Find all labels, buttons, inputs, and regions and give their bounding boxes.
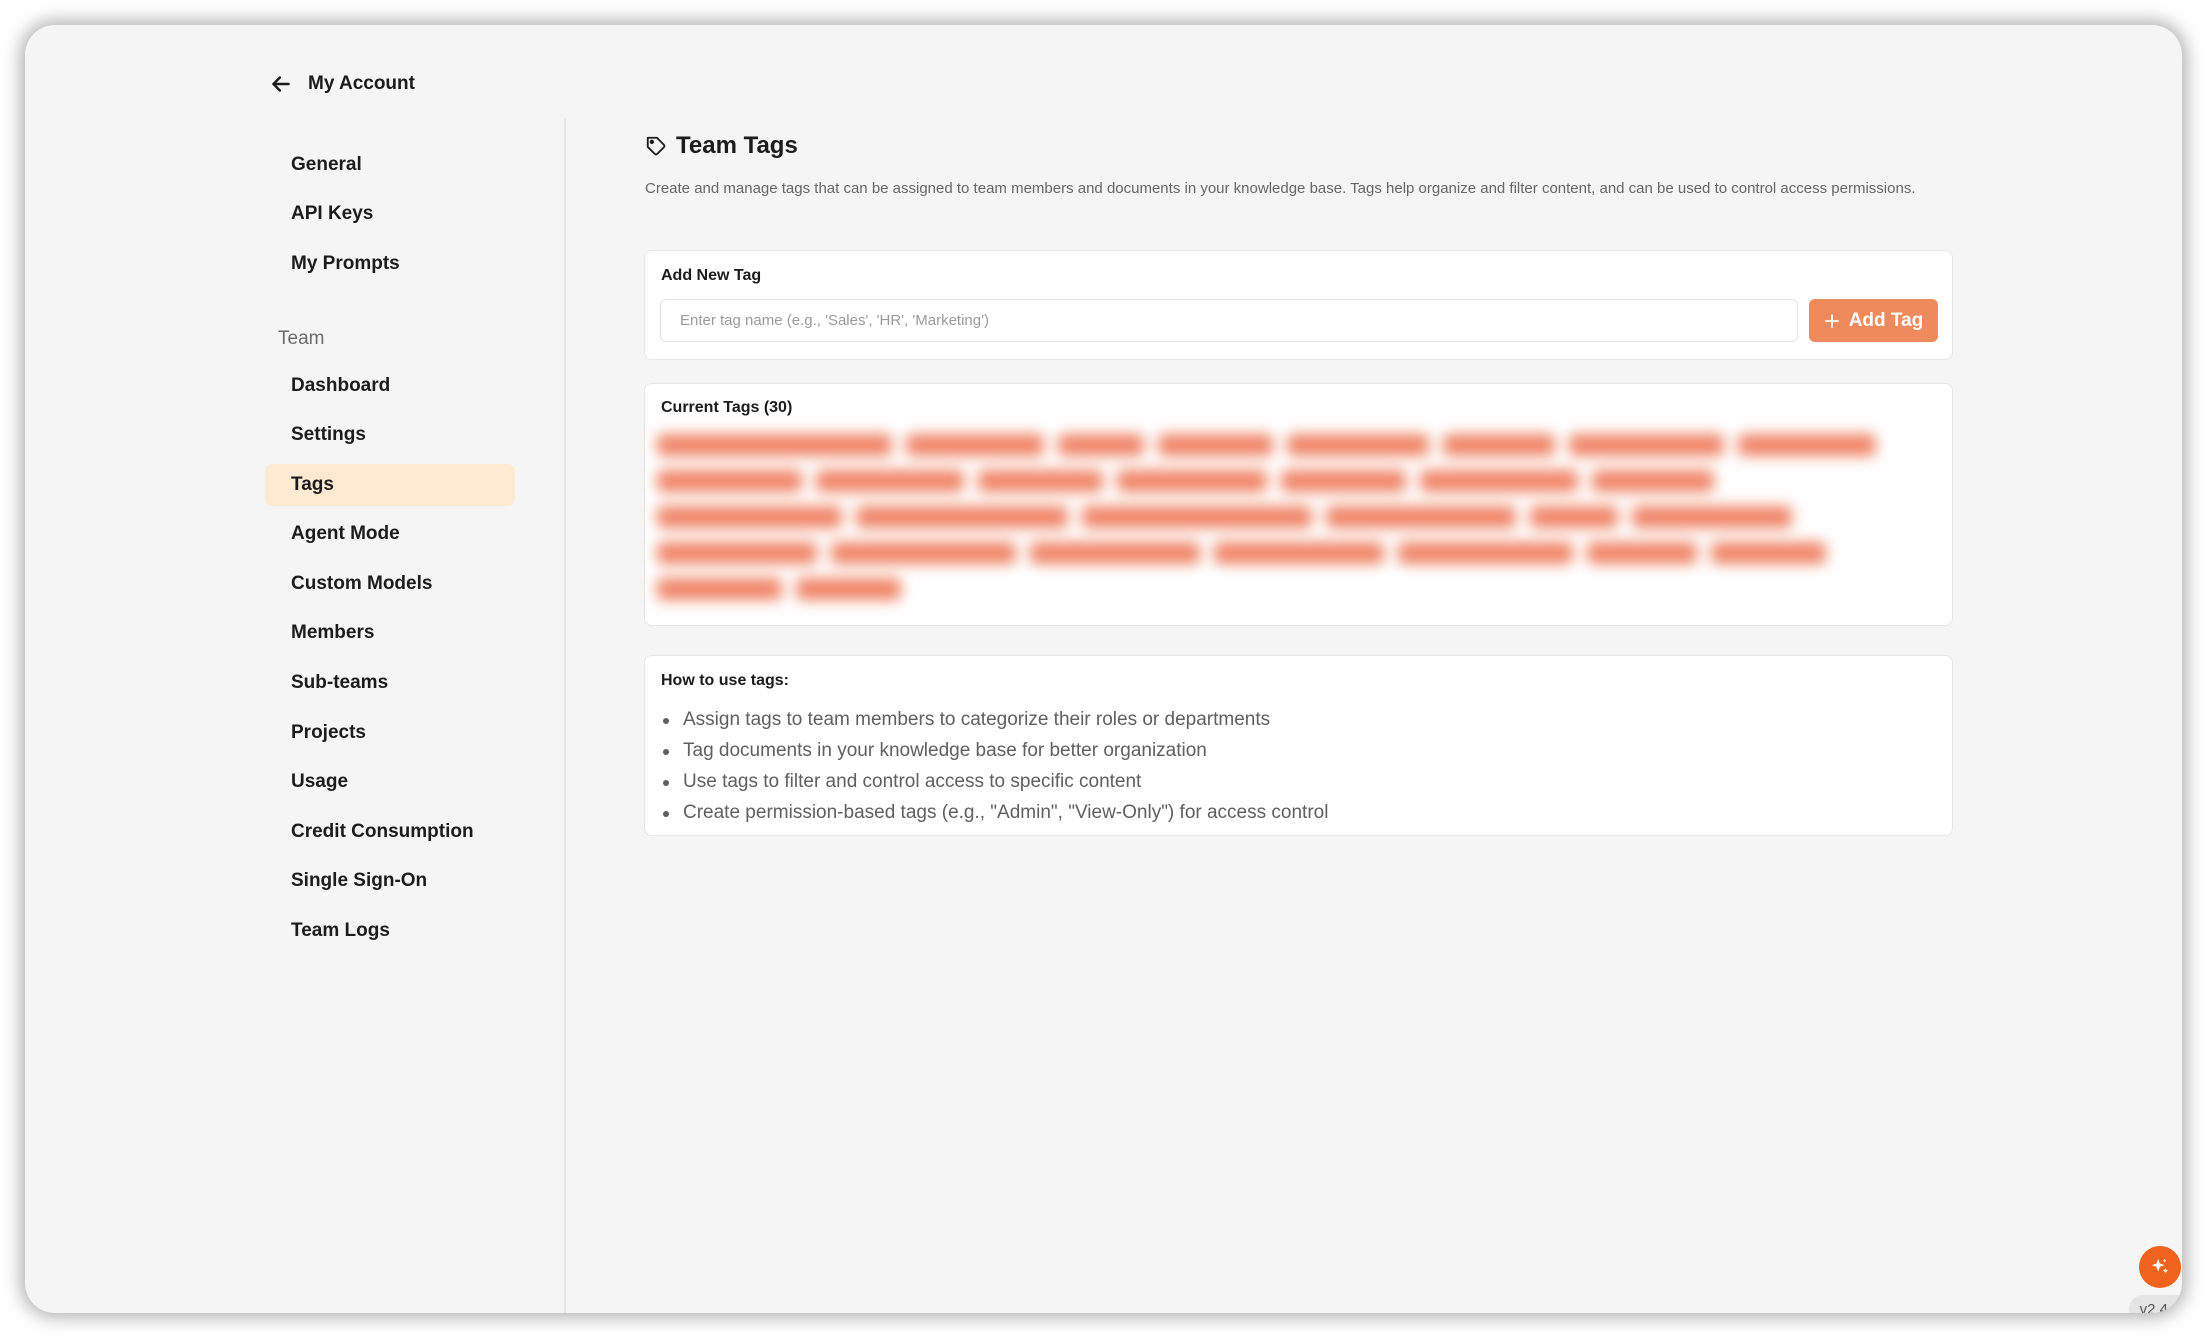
add-tag-button[interactable]: Add Tag [1809, 299, 1938, 342]
tag-chip[interactable] [657, 434, 892, 456]
tag-name-input[interactable] [660, 299, 1798, 342]
current-tags-heading: Current Tags (30) [661, 399, 793, 416]
tag-chip[interactable] [1592, 470, 1714, 492]
sidebar-item-team-logs[interactable]: Team Logs [265, 910, 515, 952]
tag-icon [645, 135, 667, 157]
sidebar-item-sub-teams[interactable]: Sub-teams [265, 662, 515, 704]
sidebar-item-usage[interactable]: Usage [265, 761, 515, 803]
sidebar-item-general[interactable]: General [265, 144, 515, 186]
tag-chip[interactable] [1569, 434, 1724, 456]
tag-chip[interactable] [657, 470, 802, 492]
tag-chip[interactable] [1587, 542, 1697, 564]
tag-chip[interactable] [1082, 506, 1312, 528]
sidebar-item-custom-models[interactable]: Custom Models [265, 563, 515, 605]
plus-icon [1824, 313, 1840, 329]
tag-chip[interactable] [1632, 506, 1792, 528]
arrow-left-icon [268, 71, 294, 97]
sidebar-item-settings[interactable]: Settings [265, 414, 515, 456]
sidebar-item-agent-mode[interactable]: Agent Mode [265, 513, 515, 555]
page-description: Create and manage tags that can be assig… [645, 180, 1916, 197]
app-window: My Account General API Keys My Prompts T… [25, 25, 2182, 1313]
tag-list [657, 426, 1942, 616]
sidebar-item-dashboard[interactable]: Dashboard [265, 365, 515, 407]
current-tags-card: Current Tags (30) [644, 383, 1953, 626]
sidebar-divider [564, 118, 566, 1313]
tag-chip[interactable] [1443, 434, 1555, 456]
tag-chip[interactable] [906, 434, 1044, 456]
tag-chip[interactable] [1420, 470, 1578, 492]
how-to-heading: How to use tags: [661, 672, 790, 689]
tag-chip[interactable] [1281, 470, 1406, 492]
sidebar-item-credit-consumption[interactable]: Credit Consumption [265, 811, 515, 853]
tag-chip[interactable] [856, 506, 1068, 528]
sidebar-item-tags[interactable]: Tags [265, 464, 515, 506]
sidebar-item-single-sign-on[interactable]: Single Sign-On [265, 860, 515, 902]
sidebar-item-members[interactable]: Members [265, 612, 515, 654]
tag-chip[interactable] [657, 506, 842, 528]
tag-chip[interactable] [1030, 542, 1200, 564]
add-tag-card: Add New Tag Add Tag [644, 250, 1953, 360]
add-tag-button-label: Add Tag [1848, 309, 1924, 331]
tag-chip[interactable] [1287, 434, 1429, 456]
sidebar-item-projects[interactable]: Projects [265, 712, 515, 754]
how-to-list: Assign tags to team members to categoriz… [661, 704, 1328, 828]
tag-chip[interactable] [796, 578, 901, 600]
list-item: Use tags to filter and control access to… [661, 766, 1328, 797]
sidebar-section-team: Team [278, 328, 325, 349]
add-tag-heading: Add New Tag [661, 267, 762, 284]
tag-chip[interactable] [831, 542, 1016, 564]
page-title: Team Tags [676, 132, 798, 159]
tag-chip[interactable] [1530, 506, 1618, 528]
tag-chip[interactable] [1158, 434, 1273, 456]
tag-chip[interactable] [657, 542, 817, 564]
page-title-row: Team Tags [645, 132, 798, 160]
tag-chip[interactable] [1058, 434, 1144, 456]
tag-chip[interactable] [1214, 542, 1384, 564]
sidebar-item-my-prompts[interactable]: My Prompts [265, 243, 515, 285]
list-item: Assign tags to team members to categoriz… [661, 704, 1328, 735]
tag-chip[interactable] [657, 578, 782, 600]
assistant-button[interactable] [2139, 1246, 2181, 1288]
tag-chip[interactable] [1711, 542, 1826, 564]
back-label: My Account [308, 73, 415, 94]
tag-chip[interactable] [816, 470, 964, 492]
how-to-card: How to use tags: Assign tags to team mem… [644, 655, 1953, 836]
tag-chip[interactable] [1326, 506, 1516, 528]
list-item: Tag documents in your knowledge base for… [661, 735, 1328, 766]
sidebar-item-api-keys[interactable]: API Keys [265, 193, 515, 235]
tag-chip[interactable] [1738, 434, 1876, 456]
sparkles-icon [2149, 1256, 2171, 1278]
tag-chip[interactable] [978, 470, 1103, 492]
version-badge: v2.4.0 [2129, 1295, 2182, 1313]
list-item: Create permission-based tags (e.g., "Adm… [661, 797, 1328, 828]
tag-chip[interactable] [1398, 542, 1573, 564]
tag-chip[interactable] [1117, 470, 1267, 492]
back-to-my-account[interactable]: My Account [268, 71, 415, 97]
